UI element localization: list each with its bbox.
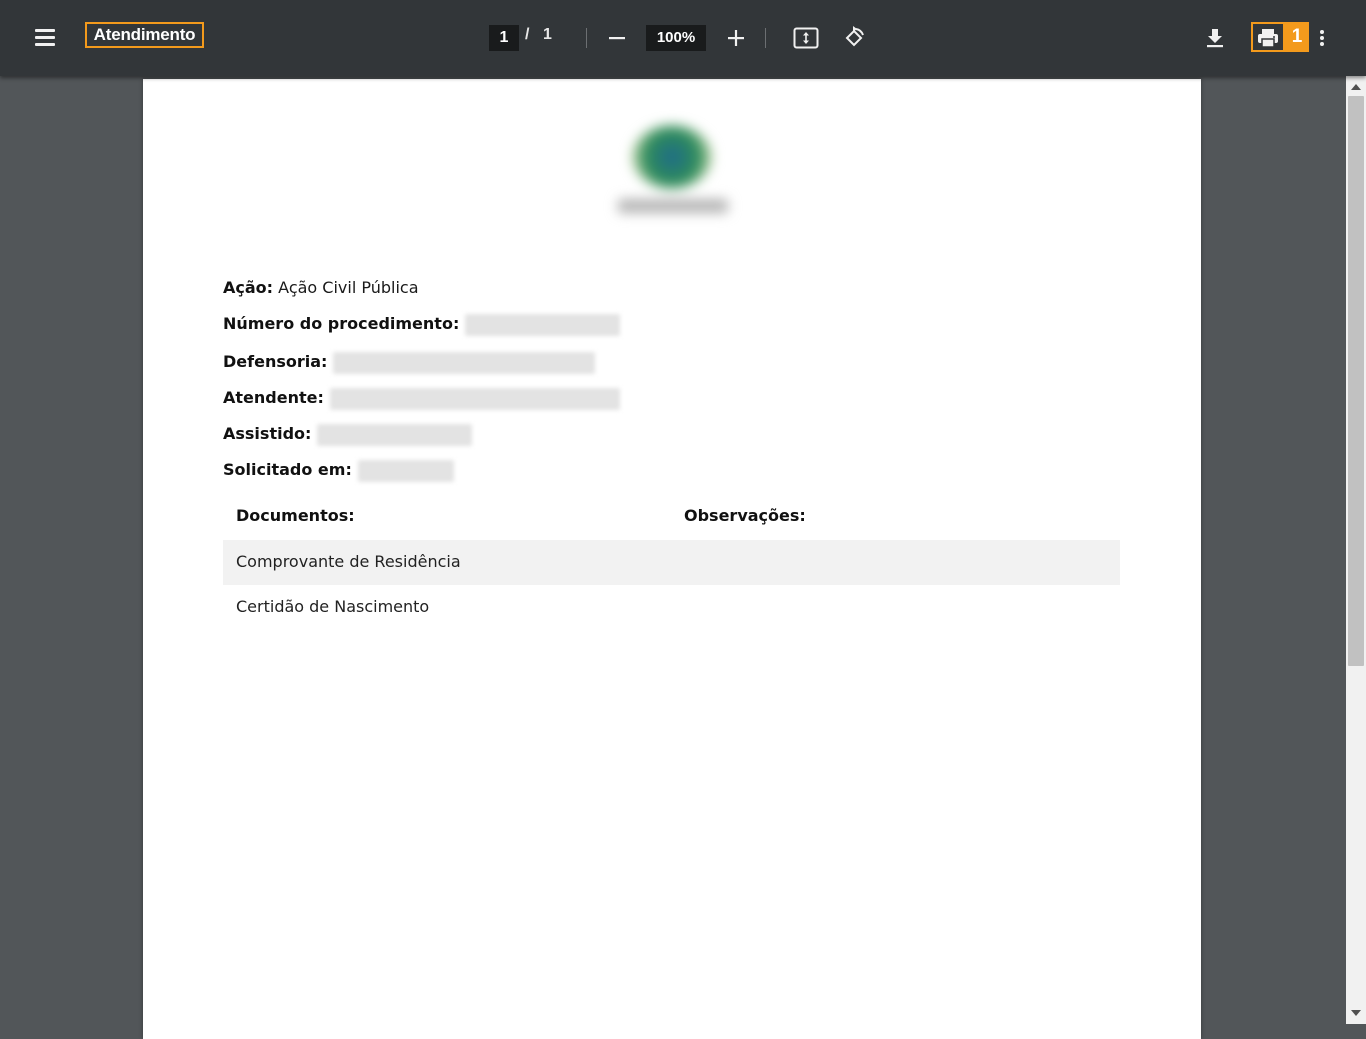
redacted-value [317, 423, 473, 446]
document-cell: Comprovante de Residência [236, 552, 461, 571]
column-header-documentos: Documentos: [236, 506, 355, 525]
field-acao: Ação: Ação Civil Pública [223, 278, 419, 297]
field-assistido: Assistido: [223, 423, 473, 446]
table-row: Comprovante de Residência [223, 540, 1120, 585]
table-header: Documentos: Observações: [223, 494, 1120, 540]
redacted-value [465, 313, 621, 336]
redacted-value [329, 387, 620, 410]
documents-table: Documentos: Observações: Comprovante de … [223, 494, 1120, 630]
download-icon[interactable] [1202, 24, 1228, 52]
scroll-down-arrow-icon[interactable] [1351, 1010, 1361, 1016]
page-number-input[interactable]: 1 [489, 25, 519, 51]
field-solicitado-em: Solicitado em: [223, 459, 454, 482]
field-defensoria: Defensoria: [223, 351, 596, 374]
print-badge: 1 [1285, 22, 1309, 52]
document-cell: Certidão de Nascimento [236, 597, 430, 616]
scroll-up-arrow-icon[interactable] [1351, 84, 1361, 90]
print-icon [1258, 29, 1278, 48]
zoom-in-icon[interactable] [723, 25, 749, 51]
document-title: Atendimento [85, 22, 204, 48]
pdf-toolbar: Atendimento 1 / 1 100% 1 [0, 0, 1366, 76]
field-value: Ação Civil Pública [278, 278, 419, 297]
scrollbar-thumb[interactable] [1348, 96, 1364, 666]
field-atendente: Atendente: [223, 387, 620, 410]
page-separator: / [525, 26, 530, 43]
toolbar-divider [765, 28, 766, 48]
page-total: 1 [543, 26, 552, 43]
redacted-value [357, 459, 454, 482]
institution-logo [600, 115, 745, 235]
pdf-viewer[interactable]: Ação: Ação Civil Pública Número do proce… [0, 76, 1346, 1039]
field-numero-procedimento: Número do procedimento: [223, 313, 621, 336]
zoom-out-icon[interactable] [604, 25, 630, 51]
more-icon[interactable] [1312, 25, 1332, 51]
table-row: Certidão de Nascimento [223, 585, 1120, 630]
column-header-observacoes: Observações: [684, 506, 806, 525]
rotate-icon[interactable] [840, 24, 868, 52]
toolbar-divider [586, 28, 587, 48]
menu-icon[interactable] [33, 27, 57, 47]
fit-page-icon[interactable] [792, 24, 820, 52]
redacted-value [333, 351, 596, 374]
print-button[interactable] [1251, 22, 1285, 52]
pdf-page: Ação: Ação Civil Pública Número do proce… [143, 79, 1201, 1039]
zoom-level-input[interactable]: 100% [646, 25, 706, 51]
